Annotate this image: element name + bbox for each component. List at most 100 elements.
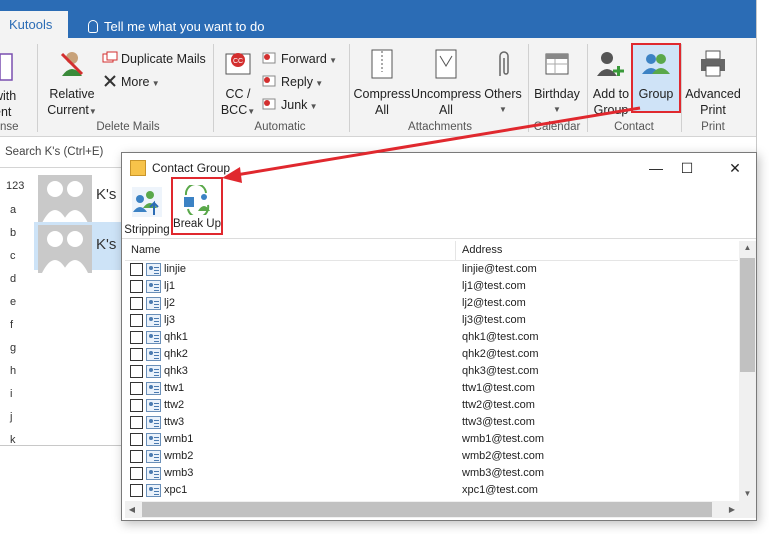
stripping-button[interactable]: Stripping [124, 185, 170, 236]
table-row[interactable]: wmb2 wmb2@test.com [125, 448, 738, 465]
row-checkbox[interactable] [130, 348, 143, 361]
row-checkbox[interactable] [130, 399, 143, 412]
forward-button[interactable]: Forward ▼ [262, 51, 337, 66]
alpha-index-123[interactable]: 123 [6, 180, 24, 192]
duplicate-mails-button[interactable]: Duplicate Mails [102, 51, 206, 66]
alpha-index-a[interactable]: a [10, 204, 16, 216]
row-checkbox[interactable] [130, 280, 143, 293]
svg-text:CC: CC [233, 58, 243, 65]
table-row[interactable]: wmb1 wmb1@test.com [125, 431, 738, 448]
table-row[interactable]: qhk3 qhk3@test.com [125, 363, 738, 380]
column-divider[interactable] [455, 241, 456, 261]
member-name: ttw3 [164, 416, 185, 428]
member-name: qhk1 [164, 331, 188, 343]
column-header-address[interactable]: Address [462, 244, 502, 256]
table-row[interactable]: lj2 lj2@test.com [125, 295, 738, 312]
group-divider [349, 44, 350, 132]
contact-card[interactable]: K's [34, 172, 124, 223]
table-row[interactable]: lj1 lj1@test.com [125, 278, 738, 295]
member-address: qhk1@test.com [462, 331, 539, 343]
cc-bcc-button[interactable]: CC CC / BCC▼ [218, 48, 258, 120]
row-checkbox[interactable] [130, 450, 143, 463]
others-button[interactable]: Others ▼ [483, 48, 523, 118]
row-checkbox[interactable] [130, 314, 143, 327]
contact-card-icon [146, 433, 161, 446]
advanced-print-line1: Advanced [685, 87, 741, 101]
tab-kutools[interactable]: Kutools [0, 11, 68, 38]
alpha-index-e[interactable]: e [10, 296, 16, 308]
scroll-right-arrow-icon[interactable]: ▶ [725, 501, 739, 518]
member-name: wmb1 [164, 433, 194, 445]
alpha-index-b[interactable]: b [10, 227, 16, 239]
row-checkbox[interactable] [130, 331, 143, 344]
paperclip-icon [499, 51, 509, 76]
group-button[interactable]: Group [631, 43, 681, 113]
alpha-index-d[interactable]: d [10, 273, 16, 285]
relative-current-button[interactable]: Relative Current▼ [44, 48, 100, 120]
row-checkbox[interactable] [130, 484, 143, 497]
alpha-index-f[interactable]: f [10, 319, 13, 331]
cut-off-button[interactable]: with ent [0, 52, 34, 120]
birthday-label: Birthday [534, 87, 580, 101]
maximize-button[interactable]: ☐ [672, 157, 702, 179]
advanced-print-button[interactable]: Advanced Print [684, 48, 742, 118]
table-row[interactable]: ttw1 ttw1@test.com [125, 380, 738, 397]
horizontal-scrollbar[interactable]: ◀ ▶ [125, 501, 739, 518]
uncompress-all-button[interactable]: Uncompress All [411, 48, 481, 118]
cc-bcc-icon: CC [225, 53, 251, 75]
tell-me-box[interactable]: Tell me what you want to do [88, 19, 264, 34]
row-checkbox[interactable] [130, 467, 143, 480]
add-to-group-button[interactable]: Add to Group [590, 48, 632, 118]
row-checkbox[interactable] [130, 433, 143, 446]
alpha-index-g[interactable]: g [10, 342, 16, 354]
scroll-thumb[interactable] [740, 258, 755, 372]
duplicate-mails-label: Duplicate Mails [121, 52, 206, 66]
contacts-search-input[interactable]: Search K's (Ctrl+E) [5, 146, 125, 164]
minimize-button[interactable]: — [641, 157, 671, 179]
reply-button[interactable]: Reply ▼ [262, 74, 323, 89]
contact-card[interactable]: K's [34, 222, 124, 273]
avatar [38, 175, 92, 223]
alpha-index-c[interactable]: c [10, 250, 16, 262]
more-button[interactable]: More ▼ [102, 74, 160, 89]
table-row[interactable]: wmb3 wmb3@test.com [125, 465, 738, 482]
scroll-left-arrow-icon[interactable]: ◀ [125, 501, 139, 518]
table-row[interactable]: ttw3 ttw3@test.com [125, 414, 738, 431]
table-row[interactable]: lj3 lj3@test.com [125, 312, 738, 329]
chevron-down-icon: ▼ [499, 105, 507, 114]
close-button[interactable]: ✕ [720, 157, 750, 179]
printer-icon [701, 50, 725, 77]
member-name: lj2 [164, 297, 176, 309]
compress-all-button[interactable]: Compress All [353, 48, 411, 118]
row-checkbox[interactable] [130, 365, 143, 378]
row-checkbox[interactable] [130, 297, 143, 310]
scroll-up-arrow-icon[interactable]: ▲ [739, 241, 756, 255]
table-row[interactable]: qhk2 qhk2@test.com [125, 346, 738, 363]
row-checkbox[interactable] [130, 416, 143, 429]
alpha-index-j[interactable]: j [10, 411, 12, 423]
table-row[interactable]: linjie linjie@test.com [125, 261, 738, 278]
cut-off-group-label: nse [0, 121, 19, 133]
row-checkbox[interactable] [130, 382, 143, 395]
alpha-index-i[interactable]: i [10, 388, 12, 400]
member-name: qhk2 [164, 348, 188, 360]
row-checkbox[interactable] [130, 263, 143, 276]
scroll-thumb[interactable] [142, 502, 712, 517]
break-up-button[interactable]: Break Up [171, 177, 223, 235]
alpha-index-h[interactable]: h [10, 365, 16, 377]
table-row[interactable]: qhk1 qhk1@test.com [125, 329, 738, 346]
column-header-name[interactable]: Name [131, 244, 160, 256]
contact-card-icon [146, 399, 161, 412]
birthday-button[interactable]: Birthday ▼ [532, 48, 582, 118]
member-address: ttw1@test.com [462, 382, 535, 394]
member-name: linjie [164, 263, 187, 275]
member-name: qhk3 [164, 365, 188, 377]
break-up-label: Break Up [173, 218, 221, 230]
scroll-down-arrow-icon[interactable]: ▼ [739, 487, 756, 501]
table-row[interactable]: xpc1 xpc1@test.com [125, 482, 738, 499]
junk-button[interactable]: Junk ▼ [262, 97, 318, 112]
alpha-index-k[interactable]: k [10, 434, 16, 445]
vertical-scrollbar[interactable]: ▲ ▼ [739, 241, 756, 501]
table-row[interactable]: ttw2 ttw2@test.com [125, 397, 738, 414]
more-label: More [121, 75, 150, 89]
